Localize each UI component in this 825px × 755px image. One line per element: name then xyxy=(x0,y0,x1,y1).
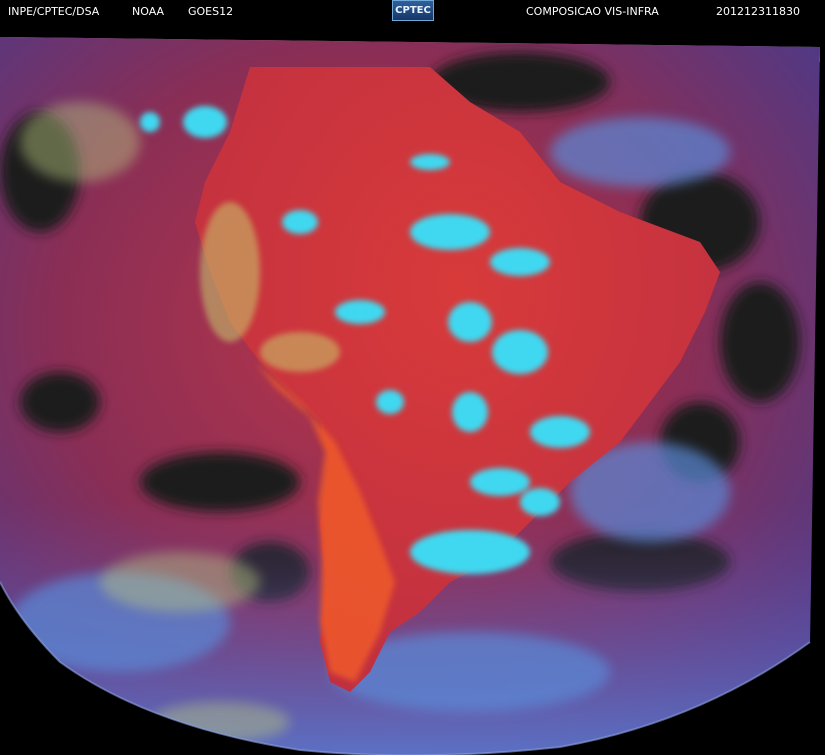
cptec-logo: CPTEC xyxy=(392,0,434,21)
source-label: NOAA xyxy=(132,5,165,18)
agency-label: INPE/CPTEC/DSA xyxy=(8,5,100,18)
satellite-image xyxy=(0,22,825,755)
image-header: INPE/CPTEC/DSA NOAA GOES12 CPTEC COMPOSI… xyxy=(0,0,825,22)
timestamp-label: 201212311830 xyxy=(716,5,800,18)
product-label: COMPOSICAO VIS-INFRA xyxy=(526,5,659,18)
satellite-label: GOES12 xyxy=(188,5,234,18)
